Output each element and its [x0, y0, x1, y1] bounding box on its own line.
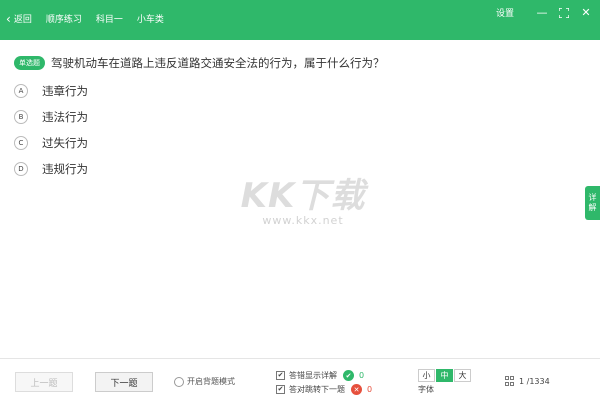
bottom-toolbar: 上一题 下一题 开启背题模式 ✔ 答错显示详解 ✔ 0 ✔ 答对跳转下一题 ✕ …	[0, 358, 600, 400]
question-row: 单选题 驾驶机动车在道路上违反道路交通安全法的行为，属于什么行为？	[14, 55, 385, 71]
font-size-medium-button[interactable]: 中	[436, 369, 453, 382]
question-text: 驾驶机动车在道路上违反道路交通安全法的行为，属于什么行为？	[51, 56, 385, 70]
back-label: 返回	[13, 15, 32, 25]
settings-button[interactable]: 设置	[496, 6, 514, 19]
check-circle-icon: ✔	[343, 370, 354, 381]
radio-icon	[174, 376, 184, 387]
answer-options: A 违章行为 B 违法行为 C 过失行为 D 违规行为	[14, 78, 88, 182]
fullscreen-glyph	[559, 7, 569, 18]
watermark-url: www.kkx.net	[262, 214, 344, 227]
prev-question-button[interactable]: 上一题	[15, 372, 73, 392]
show-explanation-on-wrong-option[interactable]: ✔ 答错显示详解 ✔ 0	[276, 370, 364, 381]
option-letter: C	[14, 136, 28, 150]
correct-count: 0	[359, 371, 365, 380]
nav-item-sequential-practice[interactable]: 顺序练习	[46, 12, 82, 25]
checkbox-checked-icon[interactable]: ✔	[276, 385, 285, 394]
auto-next-label: 答对跳转下一题	[289, 385, 345, 394]
question-index-button[interactable]: 1 /1334	[505, 376, 550, 386]
back-button[interactable]: ‹ 返回	[6, 11, 32, 26]
grid-icon	[505, 376, 515, 386]
font-size-selector: 小 中 大	[418, 369, 472, 382]
option-text: 违规行为	[42, 162, 88, 176]
option-b[interactable]: B 违法行为	[14, 104, 88, 130]
auto-next-on-correct-option[interactable]: ✔ 答对跳转下一题 ✕ 0	[276, 384, 372, 395]
explanation-tab-label-bottom: 解	[588, 203, 597, 212]
option-text: 违章行为	[42, 84, 88, 98]
explanation-tab[interactable]: 详 解	[585, 186, 600, 220]
minimize-icon[interactable]: —	[534, 6, 550, 19]
checkbox-checked-icon[interactable]: ✔	[276, 371, 285, 380]
breadcrumb-nav: ‹ 返回 顺序练习 科目一 小车类	[6, 11, 178, 26]
wrong-count: 0	[367, 385, 373, 394]
close-icon[interactable]: ✕	[578, 6, 594, 19]
show-explanation-label: 答错显示详解	[289, 371, 337, 380]
option-letter: A	[14, 84, 28, 98]
font-size-label: 字体	[418, 385, 434, 394]
question-type-badge: 单选题	[14, 56, 45, 70]
option-d[interactable]: D 违规行为	[14, 156, 88, 182]
option-c[interactable]: C 过失行为	[14, 130, 88, 156]
nav-item-subject-one[interactable]: 科目一	[96, 12, 123, 25]
wrong-stat: ✕ 0	[351, 384, 372, 395]
nav-item-car-type[interactable]: 小车类	[137, 12, 164, 25]
top-bar: ‹ 返回 顺序练习 科目一 小车类 设置 — ✕	[0, 0, 600, 40]
option-letter: D	[14, 162, 28, 176]
option-text: 违法行为	[42, 110, 88, 124]
window-controls: 设置 — ✕	[496, 6, 594, 19]
font-size-small-button[interactable]: 小	[418, 369, 435, 382]
font-size-large-button[interactable]: 大	[454, 369, 471, 382]
cross-circle-icon: ✕	[351, 384, 362, 395]
question-progress: 1 /1334	[519, 376, 550, 386]
next-question-button[interactable]: 下一题	[95, 372, 153, 392]
watermark-logo: KK下载	[240, 176, 366, 216]
option-letter: B	[14, 110, 28, 124]
chevron-left-icon: ‹	[6, 11, 11, 26]
recite-mode-toggle[interactable]: 开启背题模式	[174, 376, 235, 387]
explanation-tab-label-top: 详	[588, 193, 597, 202]
option-a[interactable]: A 违章行为	[14, 78, 88, 104]
fullscreen-icon[interactable]	[556, 7, 572, 19]
watermark: KK下载 www.kkx.net	[228, 168, 378, 238]
correct-stat: ✔ 0	[343, 370, 364, 381]
option-text: 过失行为	[42, 136, 88, 150]
recite-mode-label: 开启背题模式	[187, 377, 235, 386]
